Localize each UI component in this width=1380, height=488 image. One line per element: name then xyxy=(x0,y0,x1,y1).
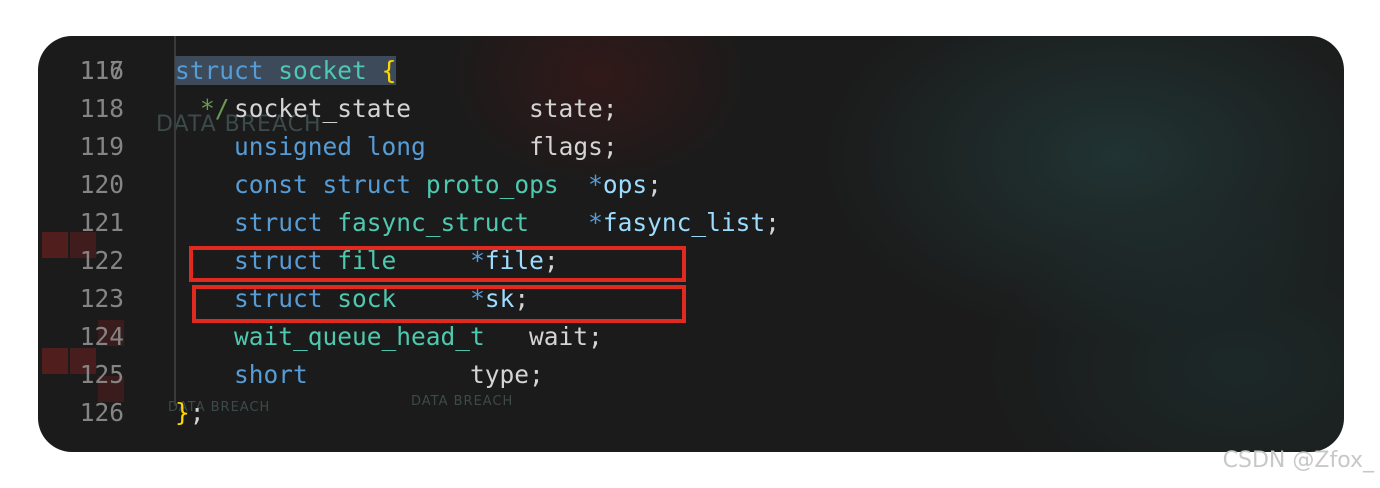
code-token: const xyxy=(234,170,308,199)
code-line: 121 struct fasync_struct *fasync_list; xyxy=(38,204,1344,242)
line-number: 117 xyxy=(79,56,124,85)
code-token: * xyxy=(588,170,603,199)
highlight-box-file xyxy=(189,246,686,282)
code-token: struct xyxy=(322,170,412,199)
code-token: { xyxy=(381,56,397,85)
code-line: 117 struct socket { xyxy=(38,52,1344,90)
code-tokens: socket_state state; xyxy=(234,94,618,123)
line-number: 123 xyxy=(79,284,124,313)
code-token: type; xyxy=(470,360,544,389)
code-text: const struct proto_ops *ops; xyxy=(175,166,662,204)
code-tokens: const struct proto_ops *ops; xyxy=(234,170,662,199)
code-text: wait_queue_head_t wait; xyxy=(175,318,603,356)
code-text: unsigned long flags; xyxy=(175,128,618,166)
line-number: 119 xyxy=(79,132,124,161)
code-editor: DATA BREACH DATA BREACH DATA BREACH 116 … xyxy=(38,36,1344,452)
code-token: short xyxy=(234,360,308,389)
code-token: * xyxy=(588,208,603,237)
code-token: struct xyxy=(234,208,323,237)
code-token: fasync_struct xyxy=(337,208,530,237)
code-tokens: struct fasync_struct *fasync_list; xyxy=(234,208,780,237)
code-token: long xyxy=(366,132,426,161)
code-token: wait_queue_head_t xyxy=(234,322,485,351)
line-number: 124 xyxy=(79,322,124,351)
code-text: struct socket { xyxy=(175,52,397,90)
line-number: 122 xyxy=(79,246,124,275)
code-token: ; xyxy=(647,170,662,199)
code-token: socket xyxy=(278,56,367,85)
line-number: 118 xyxy=(79,94,124,123)
line-number: 121 xyxy=(79,208,124,237)
code-token: unsigned xyxy=(234,132,353,161)
code-text: socket_state state; xyxy=(175,90,618,128)
code-line: 119 unsigned long flags; xyxy=(38,128,1344,166)
line-number: 125 xyxy=(79,360,124,389)
code-token: fasync_list xyxy=(602,208,766,237)
code-token: proto_ops xyxy=(425,170,559,199)
code-token: socket_state xyxy=(234,94,530,123)
code-line-partial-top: 116 */ xyxy=(38,36,1344,123)
code-line: 126}; xyxy=(38,394,1344,432)
code-token: ; xyxy=(765,208,780,237)
code-token: state; xyxy=(529,94,618,123)
code-line: 124 wait_queue_head_t wait; xyxy=(38,318,1344,356)
code-token: struct xyxy=(175,56,264,85)
code-token: ; xyxy=(189,398,205,427)
code-text: struct fasync_struct *fasync_list; xyxy=(175,204,780,242)
code-tokens: short type; xyxy=(234,360,544,389)
line-number: 126 xyxy=(79,398,124,427)
code-tokens: wait_queue_head_t wait; xyxy=(234,322,603,351)
watermark: CSDN @Zfox_ xyxy=(1222,448,1374,473)
code-tokens: unsigned long flags; xyxy=(234,132,618,161)
code-text: }; xyxy=(175,394,205,432)
code-token: } xyxy=(175,398,190,427)
code-text: short type; xyxy=(175,356,544,394)
code-token: ops xyxy=(602,170,648,199)
code-line: 118 socket_state state; xyxy=(38,90,1344,128)
code-token: flags; xyxy=(529,132,618,161)
code-line: 120 const struct proto_ops *ops; xyxy=(38,166,1344,204)
code-token: wait; xyxy=(529,322,603,351)
code-tokens: struct socket { xyxy=(175,56,397,85)
code-tokens: }; xyxy=(175,398,205,427)
code-line: 125 short type; xyxy=(38,356,1344,394)
line-number: 120 xyxy=(79,170,124,199)
code-line-partial-bottom: 127 xyxy=(38,432,1344,452)
highlight-box-sock xyxy=(192,285,686,323)
